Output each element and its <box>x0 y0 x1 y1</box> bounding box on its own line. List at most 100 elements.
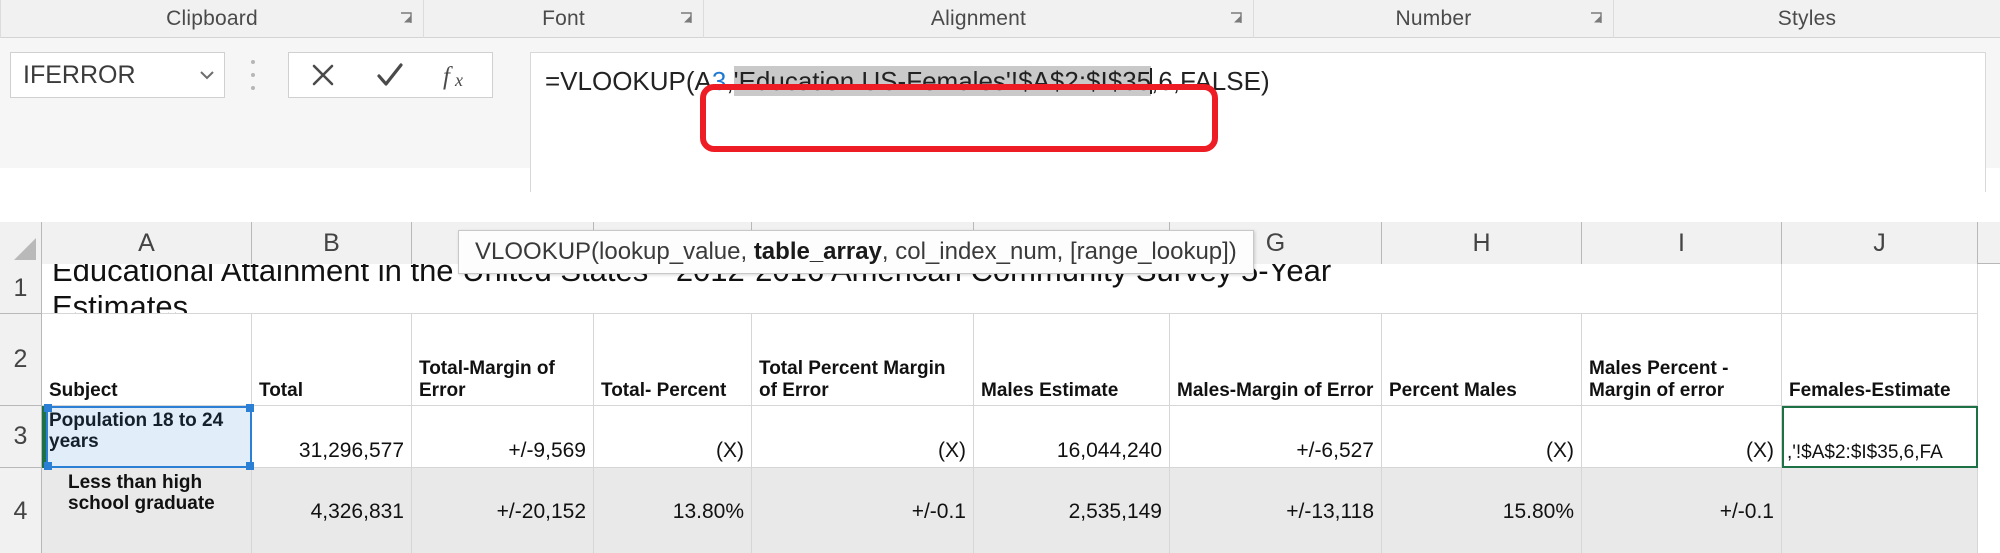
cell-d3[interactable]: (X) <box>594 406 752 468</box>
cell-j4[interactable] <box>1782 468 1978 553</box>
column-header-b[interactable]: B <box>252 222 412 264</box>
row-header-2[interactable]: 2 <box>0 314 42 406</box>
ribbon-group-label-font: Font <box>542 7 585 30</box>
alignment-dialog-launcher-icon[interactable] <box>1229 11 1244 26</box>
font-dialog-launcher-icon[interactable] <box>679 11 694 26</box>
ribbon-group-label-styles: Styles <box>1777 7 1837 30</box>
cell-c2[interactable]: Total-Margin of Error <box>412 314 594 406</box>
tooltip-prefix: VLOOKUP(lookup_value, <box>475 238 754 265</box>
cell-d4-text: 13.80% <box>672 499 744 523</box>
ribbon-group-label-alignment: Alignment <box>930 7 1027 30</box>
cell-c4[interactable]: +/-20,152 <box>412 468 594 553</box>
cell-g3[interactable]: +/-6,527 <box>1170 406 1382 468</box>
cell-a2-text: Subject <box>49 379 118 401</box>
ribbon-group-number: Number <box>1254 0 1614 38</box>
cell-g4[interactable]: +/-13,118 <box>1170 468 1382 553</box>
cell-c3[interactable]: +/-9,569 <box>412 406 594 468</box>
cell-i4[interactable]: +/-0.1 <box>1582 468 1782 553</box>
cell-h2-text: Percent Males <box>1389 379 1517 401</box>
cell-h2[interactable]: Percent Males <box>1382 314 1582 406</box>
cell-h3[interactable]: (X) <box>1382 406 1582 468</box>
cell-h4-text: 15.80% <box>1502 499 1574 523</box>
cell-i2-text: Males Percent - Margin of error <box>1589 358 1729 401</box>
cell-f4-text: 2,535,149 <box>1068 499 1162 523</box>
ribbon-group-styles: Styles <box>1614 0 2000 38</box>
cell-a4[interactable]: Less than high school graduate <box>42 468 252 553</box>
cell-c4-text: +/-20,152 <box>496 499 586 523</box>
cell-e3[interactable]: (X) <box>752 406 974 468</box>
close-x-icon[interactable] <box>293 53 353 97</box>
formula-input[interactable]: =VLOOKUP(A3,'Education US-Females'!$A$2:… <box>530 52 1986 192</box>
cell-b3[interactable]: 31,296,577 <box>252 406 412 468</box>
svg-text:x: x <box>454 70 463 90</box>
tooltip-suffix: , col_index_num, [range_lookup]) <box>881 238 1237 265</box>
column-header-i[interactable]: I <box>1582 222 1782 264</box>
cell-c2-text: Total-Margin of Error <box>419 358 555 401</box>
column-header-h[interactable]: H <box>1382 222 1582 264</box>
row-header-1-label: 1 <box>13 274 28 302</box>
column-header-j-label: J <box>1873 228 1886 257</box>
function-argument-tooltip: VLOOKUP(lookup_value, table_array, col_i… <box>458 230 1254 274</box>
cell-e2-text: Total Percent Margin of Error <box>759 358 946 401</box>
cell-i3[interactable]: (X) <box>1582 406 1782 468</box>
formula-bar-grip[interactable] <box>248 60 258 90</box>
svg-text:f: f <box>443 63 453 90</box>
cell-d2[interactable]: Total- Percent <box>594 314 752 406</box>
cell-b2-text: Total <box>259 379 303 401</box>
ribbon-group-clipboard: Clipboard <box>0 0 424 38</box>
row-header-2-label: 2 <box>13 345 28 373</box>
cell-f3[interactable]: 16,044,240 <box>974 406 1170 468</box>
cell-c3-text: +/-9,569 <box>508 439 586 462</box>
cell-b4[interactable]: 4,326,831 <box>252 468 412 553</box>
cell-e4[interactable]: +/-0.1 <box>752 468 974 553</box>
ribbon-group-font: Font <box>424 0 704 38</box>
cell-a2[interactable]: Subject <box>42 314 252 406</box>
ribbon-group-label-number: Number <box>1395 7 1472 30</box>
cell-d4[interactable]: 13.80% <box>594 468 752 553</box>
row-header-3-label: 3 <box>13 422 28 450</box>
name-box-value: IFERROR <box>23 60 136 89</box>
formula-ref-row: 3 <box>711 66 727 96</box>
reference-edge-marker <box>42 406 47 468</box>
row-header-4-label: 4 <box>13 497 28 525</box>
ribbon-group-alignment: Alignment <box>704 0 1254 38</box>
ribbon-group-label-clipboard: Clipboard <box>166 7 258 30</box>
cell-g2[interactable]: Males-Margin of Error <box>1170 314 1382 406</box>
cell-h4[interactable]: 15.80% <box>1382 468 1582 553</box>
number-dialog-launcher-icon[interactable] <box>1589 11 1604 26</box>
row-header-3[interactable]: 3 <box>0 406 42 468</box>
select-all-corner[interactable] <box>0 222 42 264</box>
column-header-j[interactable]: J <box>1782 222 1978 264</box>
cell-d3-text: (X) <box>716 439 744 462</box>
chevron-down-icon[interactable] <box>190 70 224 80</box>
cell-i2[interactable]: Males Percent - Margin of error <box>1582 314 1782 406</box>
cell-a3[interactable]: Population 18 to 24 years <box>42 406 252 468</box>
active-cell-j3[interactable]: ,'!$A$2:$I$35,6,FA <box>1782 406 1978 468</box>
row-header-4[interactable]: 4 <box>0 468 42 553</box>
formula-suffix: ,6,FALSE) <box>1151 66 1270 96</box>
cell-f2[interactable]: Males Estimate <box>974 314 1170 406</box>
cell-j2[interactable]: Females-Estimate <box>1782 314 1978 406</box>
cell-n1[interactable] <box>1782 264 1978 314</box>
clipboard-dialog-launcher-icon[interactable] <box>399 11 414 26</box>
cell-e2[interactable]: Total Percent Margin of Error <box>752 314 974 406</box>
row-header-1[interactable]: 1 <box>0 264 42 314</box>
column-header-a[interactable]: A <box>42 222 252 264</box>
cell-f4[interactable]: 2,535,149 <box>974 468 1170 553</box>
fx-icon[interactable]: f x <box>428 53 488 97</box>
checkmark-icon[interactable] <box>360 53 420 97</box>
cell-b2[interactable]: Total <box>252 314 412 406</box>
cell-m1[interactable] <box>1448 264 1782 314</box>
column-header-i-label: I <box>1678 228 1685 257</box>
active-cell-j3-text: ,'!$A$2:$I$35,6,FA <box>1787 442 1943 463</box>
cell-g4-text: +/-13,118 <box>1286 499 1374 523</box>
cell-f2-text: Males Estimate <box>981 379 1119 401</box>
cell-e4-text: +/-0.1 <box>911 499 966 523</box>
cell-a3-text: Population 18 to 24 years <box>49 410 224 453</box>
excel-window: Clipboard Font Alignment Number Styles I… <box>0 0 2000 553</box>
formula-bar-buttons: f x <box>288 52 493 98</box>
formula-comma: , <box>726 66 734 96</box>
cell-i3-text: (X) <box>1746 439 1774 462</box>
column-header-a-label: A <box>138 228 155 257</box>
name-box[interactable]: IFERROR <box>10 52 225 98</box>
